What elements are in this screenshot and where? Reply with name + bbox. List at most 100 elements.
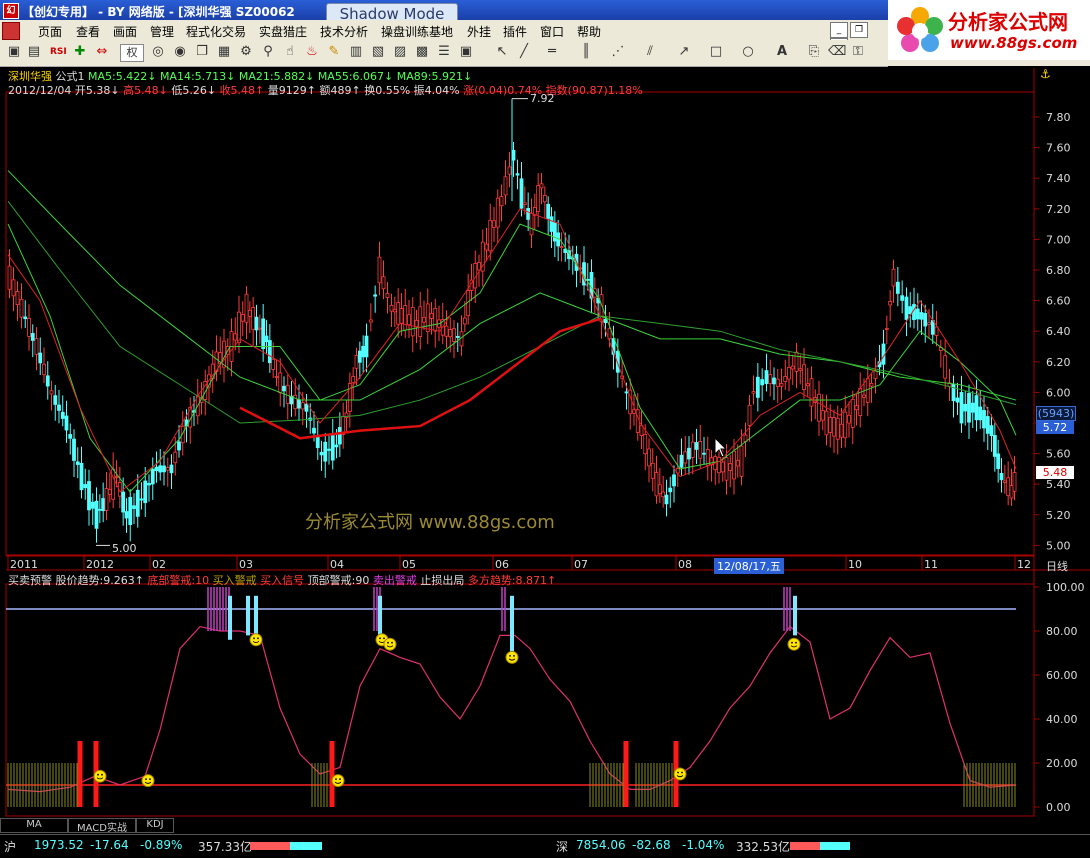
smiley-icon bbox=[331, 774, 345, 788]
candle-body bbox=[45, 375, 50, 387]
time-tick-label: 03 bbox=[239, 558, 253, 571]
time-tick-label: 08 bbox=[678, 558, 692, 571]
min-price-label: 5.00 bbox=[112, 542, 137, 555]
board-icon[interactable]: ▦ bbox=[216, 44, 232, 60]
turnover-value: 换0.55% bbox=[364, 84, 411, 97]
smiley-icon bbox=[673, 767, 687, 781]
candle-body bbox=[798, 368, 803, 371]
candle-body bbox=[895, 281, 900, 294]
vline-tool-icon[interactable]: ║ bbox=[578, 44, 594, 60]
minimize-icon[interactable]: _ bbox=[830, 22, 848, 38]
rect-tool-icon[interactable]: □ bbox=[708, 44, 724, 60]
candle-body bbox=[982, 410, 986, 429]
channel-tool-icon[interactable]: ⫽ bbox=[642, 44, 658, 60]
copy-tool-icon[interactable]: ⎘ bbox=[806, 44, 822, 60]
open-value: 开5.38↓ bbox=[74, 84, 120, 97]
rights-selector[interactable]: 权 bbox=[120, 44, 144, 62]
candle-body bbox=[304, 403, 309, 412]
candle-body bbox=[747, 404, 752, 426]
copy-icon[interactable]: ❐ bbox=[194, 44, 210, 60]
window-menu-icon[interactable] bbox=[2, 22, 20, 40]
chart-canvas[interactable]: 7.80 7.60 7.40 7.20 7.00 6.80 6.60 6.40 6.20 6.00… bbox=[0, 66, 1090, 857]
price-tick-label: 6.20 bbox=[1046, 356, 1071, 369]
menu-manage[interactable]: 管理 bbox=[150, 23, 174, 40]
ma89-line bbox=[7, 170, 1017, 401]
candle-body bbox=[824, 410, 829, 436]
folder-icon[interactable]: ▤ bbox=[26, 44, 42, 60]
lock-icon[interactable]: ⚿ bbox=[850, 44, 866, 60]
tab-macd[interactable]: MACD实战 bbox=[68, 818, 136, 834]
candle-body bbox=[462, 317, 467, 325]
candle-body bbox=[452, 328, 456, 342]
candle-body bbox=[526, 208, 531, 220]
candle-body bbox=[354, 354, 359, 369]
arrow-tool-icon[interactable]: ↗ bbox=[676, 44, 692, 60]
rsi-icon[interactable]: RSI bbox=[50, 44, 67, 60]
candle-body bbox=[34, 338, 39, 355]
app-icon: 幻 bbox=[3, 3, 19, 19]
fan-tool-icon[interactable]: ⋰ bbox=[610, 44, 626, 60]
delete-tool-icon[interactable]: ⌫ bbox=[828, 44, 846, 60]
smiley-eye bbox=[391, 641, 393, 644]
candle-body bbox=[717, 457, 721, 474]
period-label[interactable]: 日线 bbox=[1046, 558, 1068, 574]
arrows-icon[interactable]: ⇔ bbox=[94, 44, 110, 60]
menu-help[interactable]: 帮助 bbox=[577, 23, 601, 40]
compare-icon[interactable]: ◉ bbox=[172, 44, 188, 60]
text-tool-icon[interactable]: A bbox=[774, 44, 790, 60]
pin-icon[interactable]: ⚲ bbox=[260, 44, 276, 60]
cycle-icon[interactable]: ◎ bbox=[150, 44, 166, 60]
list-icon[interactable]: ☰ bbox=[436, 44, 452, 60]
menu-training[interactable]: 操盘训练基地 bbox=[381, 23, 453, 40]
sh-down-bar bbox=[290, 842, 322, 850]
high-value: 高5.48↓ bbox=[123, 84, 168, 97]
menu-plugins[interactable]: 插件 bbox=[503, 23, 527, 40]
pen-icon[interactable]: ✎ bbox=[326, 44, 342, 60]
candle-body bbox=[57, 404, 61, 411]
restore-icon[interactable]: ❐ bbox=[850, 22, 868, 38]
candle-body bbox=[828, 416, 833, 433]
menu-window[interactable]: 窗口 bbox=[540, 23, 564, 40]
hline-tool-icon[interactable]: ═ bbox=[544, 44, 560, 60]
menu-plugin-ext[interactable]: 外挂 bbox=[467, 23, 491, 40]
menu-program-trading[interactable]: 程式化交易 bbox=[186, 23, 246, 40]
tab-ma[interactable]: MA bbox=[0, 818, 68, 833]
layout-icon[interactable]: ▧ bbox=[370, 44, 386, 60]
candle-body bbox=[422, 316, 426, 323]
candle-body bbox=[19, 298, 24, 318]
candle-body bbox=[775, 378, 780, 387]
menu-live-hunt[interactable]: 实盘猎庄 bbox=[259, 23, 307, 40]
candle-body bbox=[285, 384, 290, 404]
grid-icon[interactable]: ▥ bbox=[348, 44, 364, 60]
smiley-eye bbox=[253, 637, 255, 640]
menu-view[interactable]: 查看 bbox=[76, 23, 100, 40]
tile-icon[interactable]: ▣ bbox=[458, 44, 474, 60]
move-icon[interactable]: ✚ bbox=[72, 44, 88, 60]
candle-body bbox=[30, 333, 35, 341]
candle-body bbox=[768, 374, 773, 384]
smiley-eye bbox=[791, 641, 793, 644]
open-icon[interactable]: ▣ bbox=[6, 44, 22, 60]
smiley-eye bbox=[257, 637, 259, 640]
cursor-icon[interactable]: ☝ bbox=[282, 44, 298, 60]
alarm-icon[interactable]: ♨ bbox=[304, 44, 320, 60]
table-icon[interactable]: ▩ bbox=[414, 44, 430, 60]
buy-signal: 买入信号 bbox=[260, 574, 305, 587]
gear-icon[interactable]: ⚙ bbox=[238, 44, 254, 60]
menu-screen[interactable]: 画面 bbox=[113, 23, 137, 40]
candle-body bbox=[257, 327, 262, 330]
menu-page[interactable]: 页面 bbox=[38, 23, 62, 40]
candle-body bbox=[327, 448, 331, 451]
tab-kdj[interactable]: KDJ bbox=[136, 818, 174, 833]
menu-technical[interactable]: 技术分析 bbox=[320, 23, 368, 40]
candle-body bbox=[779, 382, 784, 387]
candle-body bbox=[392, 309, 397, 313]
time-tick-label: 02 bbox=[152, 558, 166, 571]
line-tool-icon[interactable]: ╱ bbox=[516, 44, 532, 60]
ellipse-tool-icon[interactable]: ○ bbox=[740, 44, 756, 60]
candle-body bbox=[915, 308, 920, 320]
quote-date: 2012/12/04 bbox=[8, 84, 72, 97]
window-icon[interactable]: ▨ bbox=[392, 44, 408, 60]
candle-body bbox=[267, 340, 272, 364]
pointer-icon[interactable]: ↖ bbox=[494, 44, 510, 60]
